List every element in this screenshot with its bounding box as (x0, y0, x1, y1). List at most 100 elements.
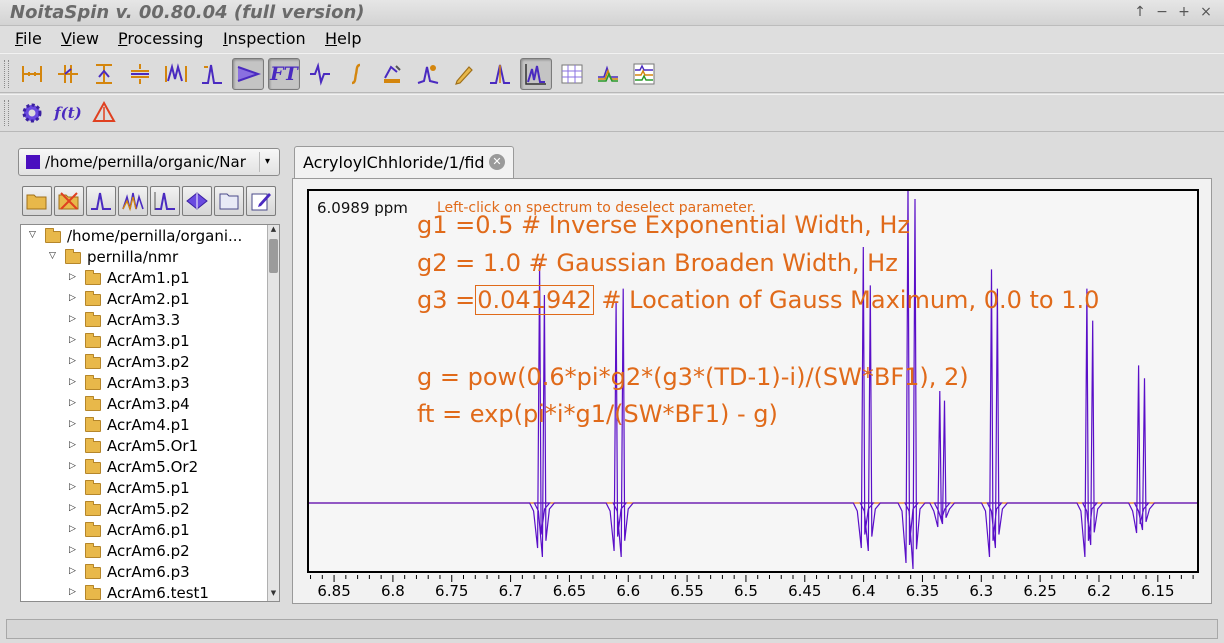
g2-line: g2 = 1.0 # Gaussian Broaden Width, Hz (417, 249, 898, 277)
tree-item-label: /home/pernilla/organi... (67, 227, 243, 245)
axis-tick-label: 6.85 (317, 582, 351, 600)
path-color-swatch (26, 155, 40, 169)
apodization-icon[interactable] (232, 58, 264, 90)
expand-icon[interactable]: ▷ (69, 482, 76, 492)
pencil-icon[interactable] (448, 58, 480, 90)
fourier-transform-label: FT (270, 63, 298, 85)
fourier-transform-icon[interactable]: FT (268, 58, 300, 90)
multi-spectrum-icon[interactable] (628, 58, 660, 90)
peak-fit-icon[interactable] (412, 58, 444, 90)
window-close-button[interactable]: × (1197, 4, 1215, 20)
folder-icon (85, 354, 101, 369)
menu-processing[interactable]: Processing (118, 29, 203, 48)
expand-icon[interactable]: ▷ (69, 524, 76, 534)
folder-outline-icon[interactable] (214, 186, 244, 216)
close-icon[interactable]: ✕ (489, 154, 505, 170)
function-icon[interactable]: f(t) (52, 97, 84, 129)
ruler-horizontal-icon[interactable] (16, 58, 48, 90)
expand-icon[interactable]: ▷ (69, 419, 76, 429)
collapse-icon[interactable]: ▽ (49, 251, 56, 261)
tab-acryloylchhloride[interactable]: AcryloylChhloride/1/fid ✕ (294, 146, 514, 178)
expand-icon[interactable]: ▷ (69, 377, 76, 387)
single-peak-icon[interactable] (484, 58, 516, 90)
menu-file[interactable]: File (15, 29, 42, 48)
grid-view-icon[interactable] (556, 58, 588, 90)
collapse-icon[interactable]: ▽ (29, 230, 36, 240)
cursor-ppm-readout: 6.0989 ppm (317, 199, 408, 217)
chevron-down-icon[interactable]: ▾ (259, 152, 275, 172)
spectrum-plot[interactable]: 6.0989 ppm Left-click on spectrum to des… (307, 189, 1199, 573)
tree-item-label: pernilla/nmr (87, 248, 179, 266)
scrollbar-thumb[interactable] (269, 239, 278, 273)
tree-item-label: AcrAm3.3 (107, 311, 181, 329)
menu-inspection[interactable]: Inspection (223, 29, 306, 48)
window-maximize-button[interactable]: + (1175, 4, 1193, 20)
menu-processing-key: P (118, 29, 128, 48)
spectrum-view-icon[interactable] (520, 58, 552, 90)
expand-icon[interactable]: ▷ (69, 545, 76, 555)
folder-icon (85, 396, 101, 411)
multiplet-icon[interactable] (118, 186, 148, 216)
ruler-vertical-icon[interactable] (88, 58, 120, 90)
expand-icon[interactable]: ▷ (69, 356, 76, 366)
expand-icon[interactable]: ▷ (69, 398, 76, 408)
expand-icon[interactable]: ▷ (69, 335, 76, 345)
expand-icon[interactable]: ▷ (69, 314, 76, 324)
scroll-up-icon[interactable]: ▲ (268, 225, 279, 237)
expand-icon[interactable]: ▷ (69, 503, 76, 513)
baseline-icon[interactable] (376, 58, 408, 90)
axis-tick-label: 6.45 (788, 582, 822, 600)
3d-surface-icon[interactable] (182, 186, 212, 216)
expand-icon[interactable]: ▷ (69, 461, 76, 471)
window-up-button[interactable]: ↑ (1131, 4, 1149, 20)
peak-icon[interactable] (150, 186, 180, 216)
axis-tick-label: 6.8 (380, 582, 405, 600)
open-folder-icon[interactable] (22, 186, 52, 216)
folder-icon (85, 270, 101, 285)
close-folder-icon[interactable] (54, 186, 84, 216)
menu-help[interactable]: Help (325, 29, 361, 48)
expand-icon[interactable]: ▷ (69, 272, 76, 282)
status-field (6, 619, 1218, 639)
tab-label: AcryloylChhloride/1/fid (303, 153, 485, 172)
spectrum-icon[interactable] (86, 186, 116, 216)
axis-tick-label: 6.75 (435, 582, 469, 600)
axis-tick-label: 6.35 (905, 582, 940, 600)
expand-icon[interactable]: ▷ (69, 587, 76, 597)
expand-icon[interactable]: ▷ (69, 566, 76, 576)
toolbar-grip[interactable] (4, 60, 9, 88)
peak-region-icon[interactable] (160, 58, 192, 90)
expand-icon[interactable]: ▷ (69, 293, 76, 303)
path-selector-value: /home/pernilla/organic/Nar (45, 153, 246, 171)
tree-scrollbar[interactable]: ▲ ▼ (267, 225, 279, 601)
tree-item-label: AcrAm5.p1 (107, 479, 190, 497)
path-selector[interactable]: /home/pernilla/organic/Nar ▾ (18, 148, 280, 176)
window-minimize-button[interactable]: − (1153, 4, 1171, 20)
ppm-axis: 6.85 6.8 6.75 6.7 6.65 6.6 6.55 6.5 6.45 6.4 6.35 6… (307, 575, 1199, 603)
menu-file-key: F (15, 29, 24, 48)
axis-tick-label: 6.6 (616, 582, 641, 600)
menu-help-label: elp (337, 29, 362, 48)
tree-item-label: AcrAm6.test1 (107, 584, 209, 602)
warning-icon[interactable] (88, 97, 120, 129)
axis-tick-label: 6.55 (670, 582, 704, 600)
gear-icon[interactable] (16, 97, 48, 129)
folder-icon (85, 291, 101, 306)
peak-pick-icon[interactable] (196, 58, 228, 90)
overlay-icon[interactable] (592, 58, 624, 90)
g3-value-field[interactable]: 0.041942 (475, 285, 594, 315)
axis-tick-label: 6.4 (851, 582, 876, 600)
file-tree[interactable]: ▽ /home/pernilla/organi... ▽ pernilla/nmr ▷ A… (20, 224, 280, 602)
scroll-down-icon[interactable]: ▼ (268, 589, 279, 601)
toolbar-grip-2[interactable] (4, 100, 9, 126)
tree-item-label: AcrAm4.p1 (107, 416, 190, 434)
align-icon[interactable] (124, 58, 156, 90)
menu-view[interactable]: View (61, 29, 99, 48)
expand-icon[interactable]: ▷ (69, 440, 76, 450)
phase-correction-icon[interactable] (304, 58, 336, 90)
integral-icon[interactable] (340, 58, 372, 90)
tree-item-label: AcrAm6.p2 (107, 542, 190, 560)
g1-line: g1 =0.5 # Inverse Exponential Width, Hz (417, 211, 910, 239)
phase-cursor-icon[interactable] (52, 58, 84, 90)
edit-icon[interactable] (246, 186, 276, 216)
